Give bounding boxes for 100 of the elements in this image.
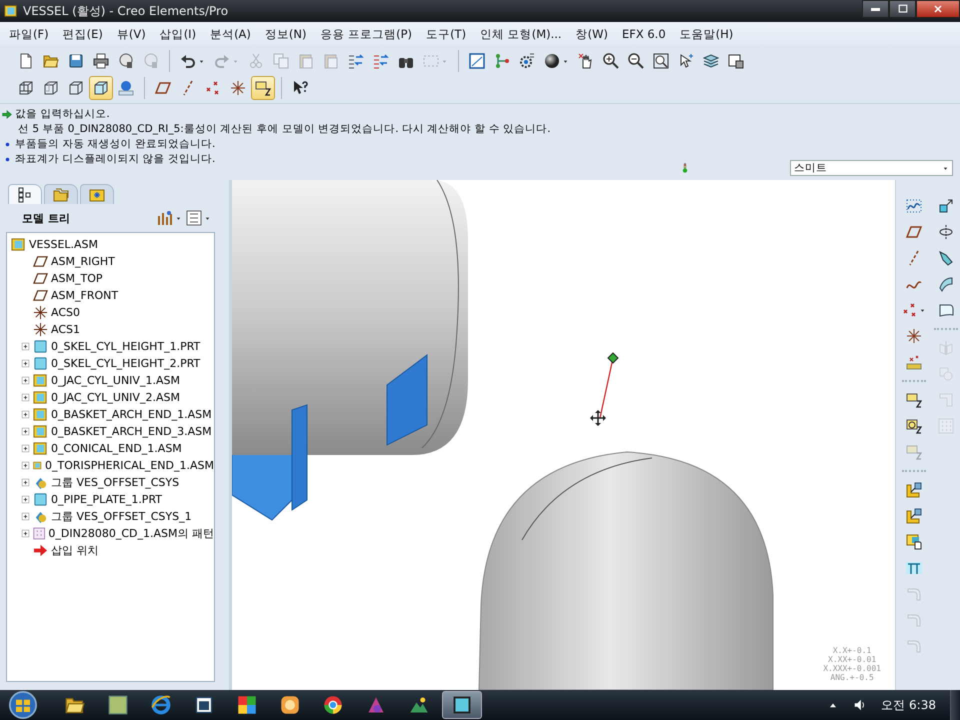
datum-points-icon [902,302,918,318]
tree-item[interactable]: 0_JAC_CYL_UNIV_1.ASM [21,372,214,389]
expand-icon[interactable] [21,529,30,538]
insert-arrow-icon [33,543,48,558]
tree-item-label: ASM_RIGHT [51,255,115,268]
assembly-icon [33,441,48,456]
star-folder-icon [89,186,105,202]
menu-item[interactable]: EFX 6.0 [614,24,673,44]
list-arrows-icon [348,53,364,69]
browser-e-icon [151,695,171,715]
menu-item[interactable]: 삽입(I) [152,24,204,44]
expand-icon[interactable] [21,342,30,351]
clipboard-icon [298,53,314,69]
expand-icon[interactable] [21,478,30,487]
tree-icon [17,186,33,202]
tree-item-label: 삽입 위치 [51,543,98,558]
maximize-button[interactable] [889,0,916,18]
tree-item-label: VESSEL.ASM [29,238,98,251]
tree-item[interactable]: 0_SKEL_CYL_HEIGHT_2.PRT [21,355,214,372]
chrome-icon [323,695,343,715]
expand-icon[interactable] [21,444,30,453]
extrude-icon [938,198,954,214]
taskbar-app[interactable] [442,691,482,719]
show-button[interactable] [186,210,211,226]
tree-item[interactable]: 삽입 위치 [21,542,214,559]
menu-item[interactable]: 도구(T) [419,24,474,44]
expand-icon[interactable] [21,427,30,436]
expand-icon[interactable] [21,376,30,385]
menu-item[interactable]: 편집(E) [56,24,110,44]
tree-item[interactable]: ASM_RIGHT [21,253,214,270]
tree-item-label: 0_JAC_CYL_UNIV_1.ASM [51,374,180,387]
message-text: 선 5 부품 0_DIN28080_CD_RI_5:룰성이 계산된 후에 모델이 변경되었습니다. 다시 계산해야 할 수 있습니다. [18,122,551,136]
settings-button[interactable] [157,210,182,226]
photo-gallery-icon [237,695,257,715]
wireframe-cube-icon [18,80,34,96]
tree-item[interactable]: 그룹 VES_OFFSET_CSYS_1 [21,508,214,525]
menu-item[interactable]: 분석(A) [203,24,258,44]
tree-item[interactable]: 0_TORISPHERICAL_END_1.ASM [21,457,214,474]
tree-item[interactable]: 0_JAC_CYL_UNIV_2.ASM [21,389,214,406]
note-button[interactable] [251,76,275,100]
sketch-curve-icon [906,198,922,214]
expand-icon[interactable] [21,393,30,402]
dashed-box-icon [423,53,439,69]
menu-item[interactable]: 창(W) [568,24,615,44]
tree-item[interactable]: 0_SKEL_CYL_HEIGHT_1.PRT [21,338,214,355]
list-arrows-icon [373,53,389,69]
tools-icon [157,210,173,226]
tree-item[interactable]: ACS1 [21,321,214,338]
tree-item[interactable]: 0_PIPE_PLATE_1.PRT [21,491,214,508]
datum-plane-icon [155,80,171,96]
tree-item[interactable]: 0_CONICAL_END_1.ASM [21,440,214,457]
tree-item[interactable]: ACS0 [21,304,214,321]
rounded-app-icon [280,695,300,715]
mirror-icon [938,340,954,356]
expand-icon[interactable] [21,461,30,470]
note-icon [906,444,922,460]
tree-item[interactable]: ASM_FRONT [21,287,214,304]
tolerance-text: ANG.+-0.5 [830,673,874,682]
menu-item[interactable]: 인체 모형(M)... [473,24,569,44]
tree-item-label: ASM_FRONT [51,289,118,302]
caret-icon [204,214,211,222]
filter-dropdown[interactable]: 스미트 [790,160,953,176]
creo-app-icon [452,695,472,715]
tree-item-label: 0_BASKET_ARCH_END_3.ASM [51,425,212,438]
folder-icon [43,53,59,69]
navigator-tab[interactable] [8,184,42,204]
expand-icon[interactable] [21,495,30,504]
tree-item-label: 0_CONICAL_END_1.ASM [51,442,182,455]
tree-item[interactable]: VESSEL.ASM [11,236,214,253]
expand-icon[interactable] [21,512,30,521]
merge-icon [938,366,954,382]
dropdown-value: 스미트 [794,161,827,175]
tree-item[interactable]: 그룹 VES_OFFSET_CSYS [21,474,214,491]
shaded-cube-button[interactable] [89,76,113,100]
trim-icon [938,392,954,408]
minimize-button[interactable] [862,0,889,18]
menu-item[interactable]: 파일(F) [2,24,56,44]
tree-item[interactable]: 0_BASKET_ARCH_END_1.ASM [21,406,214,423]
tree-item-label: 0_DIN28080_CD_1.ASM의 패턴 [48,526,214,541]
caret-icon [942,164,949,172]
tree-item[interactable]: 0_DIN28080_CD_1.ASM의 패턴 [21,525,214,542]
expand-icon[interactable] [21,359,30,368]
app-icon [4,4,18,18]
menu-item[interactable]: 응용 프로그램(P) [313,24,420,44]
bend-icon [906,612,922,628]
menu-item[interactable]: 뷰(V) [110,24,153,44]
datum-plane-icon [906,224,922,240]
start-button[interactable] [6,691,40,719]
assembly-icon [33,424,48,439]
minimize-icon [871,8,880,10]
sphere-icon [544,53,560,69]
tree-item[interactable]: ASM_TOP [21,270,214,287]
tree-item-label: 0_JAC_CYL_UNIV_2.ASM [51,391,180,404]
close-button[interactable] [916,0,960,18]
expand-icon[interactable] [21,410,30,419]
tree-item[interactable]: 0_BASKET_ARCH_END_3.ASM [21,423,214,440]
prompt-arrow-icon [2,108,12,120]
menu-item[interactable]: 정보(N) [258,24,314,44]
coordinate-system-icon [33,305,48,320]
menu-item[interactable]: 도움말(H) [672,24,740,44]
